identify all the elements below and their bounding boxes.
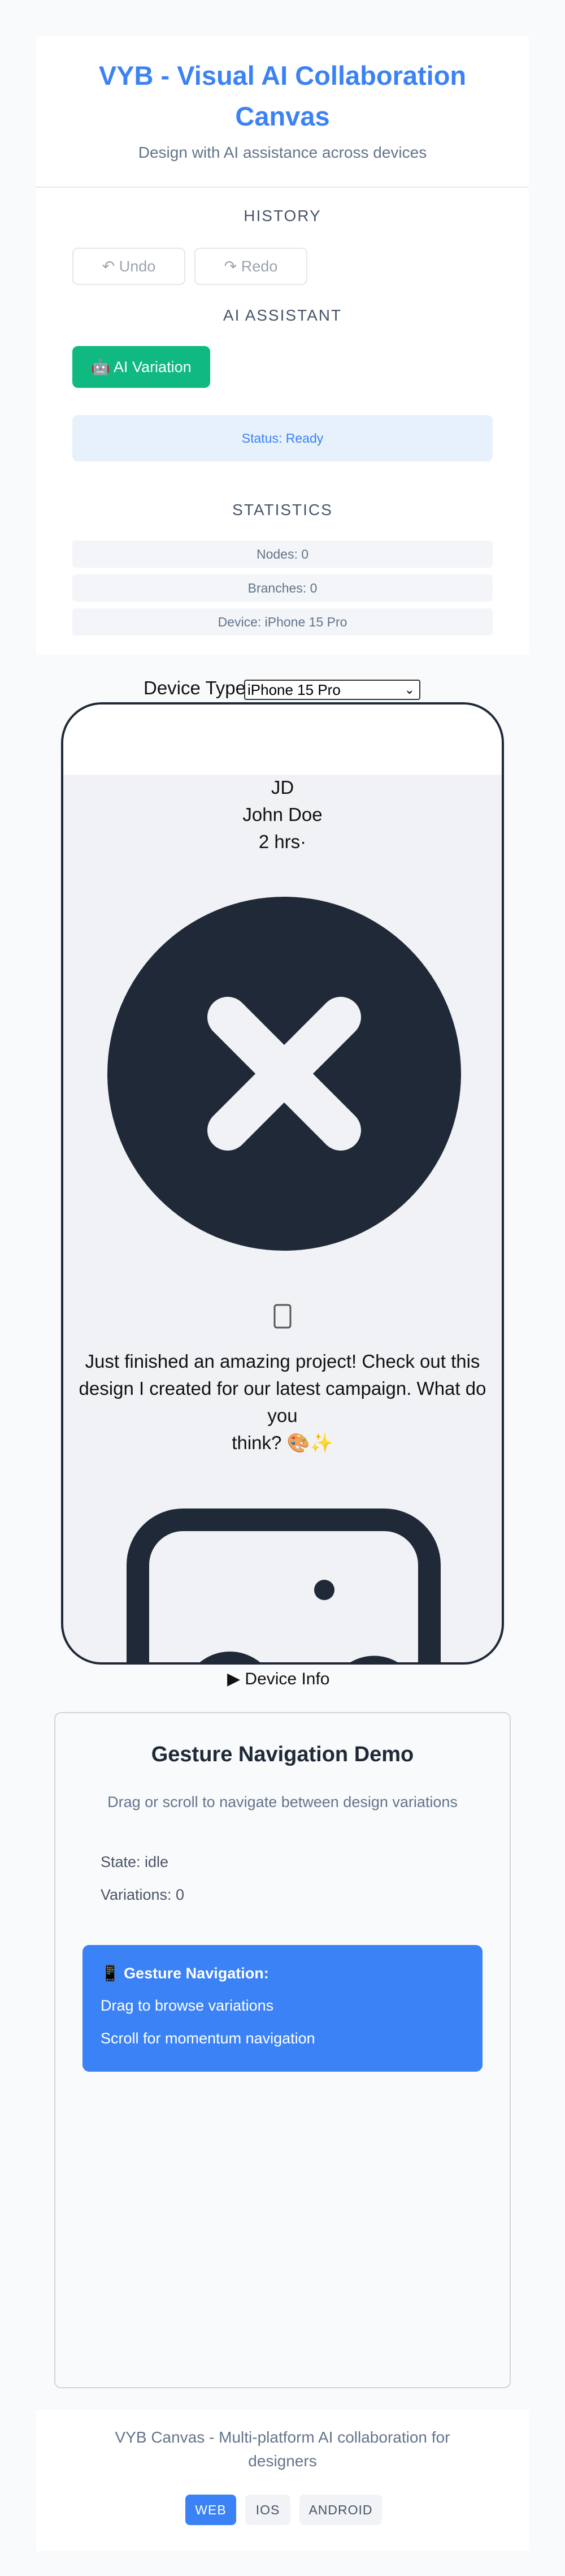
phone-icon: 📱 <box>101 1965 120 1982</box>
gesture-help-line1: Drag to browse variations <box>101 1997 274 2014</box>
stat-nodes: Nodes: 0 <box>72 541 493 568</box>
app-title-line1: VYB - Visual AI Collaboration <box>98 60 467 90</box>
gesture-help-title: Gesture Navigation: <box>124 1965 269 1982</box>
device-type-select[interactable]: iPhone 15 Pro ⌄ <box>244 680 420 700</box>
platform-web[interactable]: WEB <box>185 2495 236 2525</box>
gesture-state: State: idle <box>101 1853 169 1870</box>
mobile-icon <box>273 1304 292 1329</box>
history-label: HISTORY <box>244 207 321 224</box>
author-initials: JD <box>271 777 294 798</box>
status-bar <box>63 704 502 775</box>
gesture-demo-title: Gesture Navigation Demo <box>151 1743 414 1766</box>
chevron-down-icon: ⌄ <box>404 682 415 697</box>
footer: VYB Canvas - Multi-platform AI collabora… <box>36 2410 529 2551</box>
gesture-demo-panel[interactable]: Gesture Navigation Demo Drag or scroll t… <box>54 1712 511 2388</box>
status-badge: Status: Ready <box>72 415 493 461</box>
gesture-demo-description: Drag or scroll to navigate between desig… <box>107 1793 458 1810</box>
app-subtitle: Design with AI assistance across devices <box>138 144 427 161</box>
ai-variation-button[interactable]: 🤖 AI Variation <box>72 346 210 388</box>
post-body-line1: Just finished an amazing project! Check … <box>85 1351 480 1372</box>
undo-icon: ↶ <box>102 258 115 275</box>
stat-device: Device: iPhone 15 Pro <box>72 608 493 636</box>
post-body: Just finished an amazing project! Check … <box>63 1348 502 1456</box>
redo-icon: ↷ <box>224 258 237 275</box>
post-time: 2 hrs· <box>258 831 307 852</box>
close-circle-icon[interactable] <box>107 897 461 1251</box>
undo-button[interactable]: ↶ Undo <box>72 248 185 285</box>
undo-label: Undo <box>119 258 156 275</box>
ai-assistant-label: AI ASSISTANT <box>223 306 342 324</box>
robot-icon: 🤖 <box>91 358 111 375</box>
device-frame: JD John Doe 2 hrs· Just finished an amaz… <box>61 702 504 1665</box>
header-divider <box>36 187 529 188</box>
post-body-line3: think? 🎨✨ <box>232 1432 333 1453</box>
footer-text-line2: designers <box>248 2452 317 2470</box>
footer-text: VYB Canvas - Multi-platform AI collabora… <box>36 2426 529 2473</box>
image-icon <box>127 1509 441 1662</box>
gesture-help-line2: Scroll for momentum navigation <box>101 2030 315 2047</box>
app-title: VYB - Visual AI Collaboration Canvas <box>36 55 529 137</box>
gesture-variations: Variations: 0 <box>101 1886 185 1903</box>
post-body-line2: design I created for our latest campaign… <box>79 1378 486 1426</box>
footer-text-line1: VYB Canvas - Multi-platform AI collabora… <box>115 2428 450 2446</box>
author-name[interactable]: John Doe <box>63 804 502 825</box>
ai-variation-label: AI Variation <box>114 358 192 375</box>
app-title-line2: Canvas <box>235 101 330 131</box>
device-type-label: Device Type <box>144 677 246 698</box>
redo-label: Redo <box>241 258 278 275</box>
gesture-help-box: 📱 Gesture Navigation: Drag to browse var… <box>82 1945 483 2072</box>
platform-ios[interactable]: IOS <box>245 2495 290 2525</box>
control-panel: VYB - Visual AI Collaboration Canvas Des… <box>36 36 529 655</box>
device-info-toggle[interactable]: ▶ Device Info <box>227 1669 329 1689</box>
redo-button[interactable]: ↷ Redo <box>194 248 307 285</box>
stat-branches: Branches: 0 <box>72 574 493 602</box>
platform-android[interactable]: ANDROID <box>299 2495 382 2525</box>
device-type-value: iPhone 15 Pro <box>247 681 341 698</box>
statistics-label: STATISTICS <box>232 501 333 518</box>
